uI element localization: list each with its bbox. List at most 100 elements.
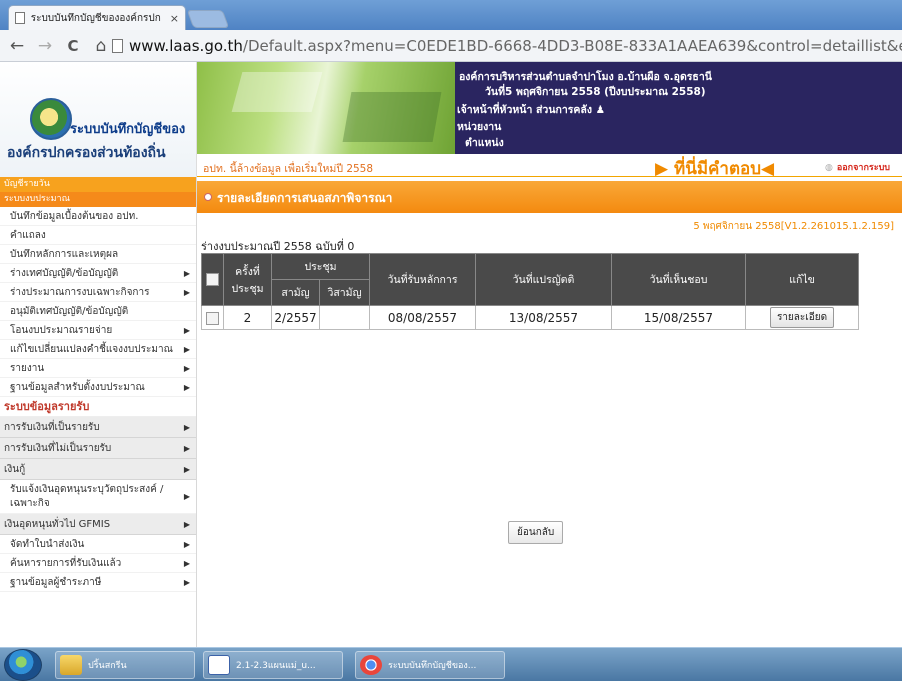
laas-seal-logo [30, 98, 72, 140]
date-line: วันที่5 พฤศจิกายน 2558 (ปีงบประมาณ 2558) [485, 86, 706, 98]
sidebar-cat-label: เงินกู้ [4, 464, 26, 475]
taskbar-item[interactable]: 2.1-2.3แผนแม่_u... [203, 651, 343, 679]
sidebar-item[interactable]: ค้นหารายการที่รับเงินแล้ว ▶ [0, 554, 196, 573]
sidebar-item[interactable]: รายงาน ▶ [0, 359, 196, 378]
taskbar-item-label: 2.1-2.3แผนแม่_u... [236, 661, 316, 671]
sidebar-item[interactable]: ฐานข้อมูลสำหรับตั้งงบประมาณ ▶ [0, 378, 196, 397]
sidebar-cat-label: เงินอุดหนุนทั่วไป GFMIS [4, 519, 111, 530]
sidebar-cat[interactable]: การรับเงินที่ไม่เป็นรายรับ ▶ [0, 438, 196, 459]
arrow-right-icon: ▶ [183, 269, 190, 278]
sidebar-item-label: ฐานข้อมูลผู้ชำระภาษี [10, 577, 102, 588]
organization-info: องค์การบริหารส่วนตำบลจำปาโมง อ.บ้านผือ จ… [455, 62, 902, 154]
windows-taskbar: ปริ้นสกรีน 2.1-2.3แผนแม่_u... ระบบบันทึกบั… [0, 647, 902, 681]
tab-close-icon[interactable]: × [170, 12, 179, 25]
round-header: ครั้งที่ ประชุม [223, 253, 272, 306]
reload-icon[interactable]: C [62, 37, 84, 55]
sidebar-item[interactable]: ร่างเทศบัญญัติ/ข้อบัญญัติ ▶ [0, 264, 196, 283]
sidebar-item[interactable]: แก้ไขเปลี่ยนแปลงคำชี้แจงงบประมาณ ▶ [0, 340, 196, 359]
arrow-right-icon: ▶ [183, 364, 190, 373]
address-bar[interactable]: www.laas.go.th/Default.aspx?menu=C0EDE1B… [112, 35, 902, 57]
translation-date-header: วันที่แปรญัตติ [475, 253, 612, 306]
page-info-icon[interactable] [112, 39, 123, 53]
back-button[interactable]: ย้อนกลับ [508, 521, 564, 544]
sidebar-item[interactable]: บันทึกข้อมูลเบื้องต้นของ อปท. [0, 207, 196, 226]
help-label: ที่นี่มีคำตอบ [674, 159, 761, 179]
sidebar-cat-label: การรับเงินที่เป็นรายรับ [4, 422, 100, 433]
sidebar-item-label: ร่างประมาณการงบเฉพาะกิจการ [10, 287, 150, 298]
browser-tab[interactable]: ระบบบันทึกบัญชีขององค์กรปก × [8, 5, 186, 30]
forward-arrow-icon[interactable]: → [34, 36, 56, 56]
triangle-right-icon: ▶ [655, 159, 669, 179]
sidebar-item-label: จัดทำใบนำส่งเงิน [10, 539, 85, 550]
arrow-right-icon: ▶ [183, 444, 190, 453]
extraordinary-header: วิสามัญ [319, 279, 370, 306]
section-header: รายละเอียดการเสนอสภาพิจารณา [197, 181, 902, 213]
arrow-right-icon: ▶ [183, 288, 190, 297]
sidebar-item[interactable]: ฐานข้อมูลผู้ชำระภาษี ▶ [0, 573, 196, 592]
arrow-right-icon: ▶ [183, 540, 190, 549]
home-icon[interactable]: ⌂ [90, 36, 112, 56]
arrow-right-icon: ▶ [183, 423, 190, 432]
url-path: /Default.aspx?menu=C0EDE1BD-6668-4DD3-B0… [242, 37, 902, 55]
sidebar-item-label: แก้ไขเปลี่ยนแปลงคำชี้แจงงบประมาณ [10, 344, 173, 355]
site-header: ระบบบันทึกบัญชีของ องค์กรปกครองส่วนท้องถ… [0, 62, 902, 179]
edit-header: แก้ไข [745, 253, 859, 306]
sidebar-cat[interactable]: การรับเงินที่เป็นรายรับ ▶ [0, 417, 196, 438]
taskbar-item-label: ปริ้นสกรีน [88, 661, 127, 671]
sidebar-item[interactable]: จัดทำใบนำส่งเงิน ▶ [0, 535, 196, 554]
sidebar-item-subsidy-notice[interactable]: รับแจ้งเงินอุดหนุนระบุวัตถุประสงค์ / เฉพ… [0, 480, 196, 514]
arrow-right-icon: ▶ [183, 578, 190, 587]
sidebar-cat[interactable]: เงินกู้ ▶ [0, 459, 196, 480]
sidebar-item[interactable]: บันทึกหลักการและเหตุผล [0, 245, 196, 264]
sidebar-item[interactable]: โอนงบประมาณรายจ่าย ▶ [0, 321, 196, 340]
row-select-cell [201, 305, 224, 330]
arrow-right-icon: ▶ [183, 383, 190, 392]
arrow-right-icon: ▶ [183, 520, 190, 529]
sidebar-item[interactable]: คำแถลง [0, 226, 196, 245]
position-label: ตำแหน่ง [465, 137, 504, 149]
sidebar-item-label: ร่างเทศบัญญัติ/ข้อบัญญัติ [10, 268, 119, 279]
arrow-right-icon: ▶ [183, 326, 190, 335]
logout-icon: ◍ [825, 163, 833, 173]
select-all-checkbox[interactable] [206, 273, 219, 286]
folder-icon [60, 655, 82, 675]
sidebar-item-label: บันทึกข้อมูลเบื้องต้นของ อปท. [10, 211, 139, 222]
section-title: รายละเอียดการเสนอสภาพิจารณา [217, 191, 393, 205]
sidebar-item-label: ฐานข้อมูลสำหรับตั้งงบประมาณ [10, 382, 145, 393]
new-tab-button[interactable] [186, 10, 230, 28]
sidebar-cat-gfmis[interactable]: เงินอุดหนุนทั่วไป GFMIS ▶ [0, 514, 196, 535]
taskbar-item[interactable]: ระบบบันทึกบัญชีของ... [355, 651, 505, 679]
logo-title: ระบบบันทึกบัญชีของ [70, 122, 186, 137]
row-checkbox[interactable] [206, 311, 219, 325]
extraordinary-cell [319, 305, 370, 330]
taskbar-item-label: ระบบบันทึกบัญชีของ... [388, 661, 477, 671]
start-button[interactable] [4, 649, 42, 681]
sidebar-item[interactable]: อนุมัติเทศบัญญัติ/ข้อบัญญัติ [0, 302, 196, 321]
sidebar-head-budget[interactable]: ระบบงบประมาณ [0, 192, 196, 207]
page-icon [15, 12, 25, 24]
sidebar-item-label: รายงาน [10, 363, 45, 374]
logo-area[interactable]: ระบบบันทึกบัญชีของ องค์กรปกครองส่วนท้องถ… [0, 62, 197, 177]
taskbar-item[interactable]: ปริ้นสกรีน [55, 651, 195, 679]
logo-subtitle: องค์กรปกครองส่วนท้องถิ่น [7, 145, 166, 161]
sidebar-item-label: รับแจ้งเงินอุดหนุนระบุวัตถุประสงค์ / เฉพ… [10, 484, 164, 509]
back-arrow-icon[interactable]: ← [6, 36, 28, 56]
url-host: www.laas.go.th [129, 37, 243, 55]
banner-image [197, 62, 455, 154]
main-content: รายละเอียดการเสนอสภาพิจารณา 5 พฤศจิกายน … [197, 177, 902, 647]
sidebar-head-daily[interactable]: บัญชีรายวัน [0, 177, 196, 192]
approval-date-header: วันที่เห็นชอบ [611, 253, 746, 306]
triangle-left-icon: ◀ [761, 159, 775, 179]
unit-label: หน่วยงาน [457, 121, 502, 133]
tab-title: ระบบบันทึกบัญชีขององค์กรปก [30, 12, 161, 24]
sidebar-item[interactable]: ร่างประมาณการงบเฉพาะกิจการ ▶ [0, 283, 196, 302]
word-icon [208, 655, 230, 675]
logout-link[interactable]: ◍ ออกจากระบบ [825, 160, 890, 174]
detail-button[interactable]: รายละเอียด [769, 307, 835, 328]
officer-line: เจ้าหน้าที่หัวหน้า ส่วนการคลัง ♟ [457, 101, 605, 118]
select-all-header [201, 253, 224, 306]
sidebar-item-label: บันทึกหลักการและเหตุผล [10, 249, 119, 260]
round-cell: 2 [223, 305, 272, 330]
sidebar-cat-label: การรับเงินที่ไม่เป็นรายรับ [4, 443, 112, 454]
table-row: 2 2/2557 08/08/2557 13/08/2557 15/08/2557 ราย… [201, 305, 859, 330]
